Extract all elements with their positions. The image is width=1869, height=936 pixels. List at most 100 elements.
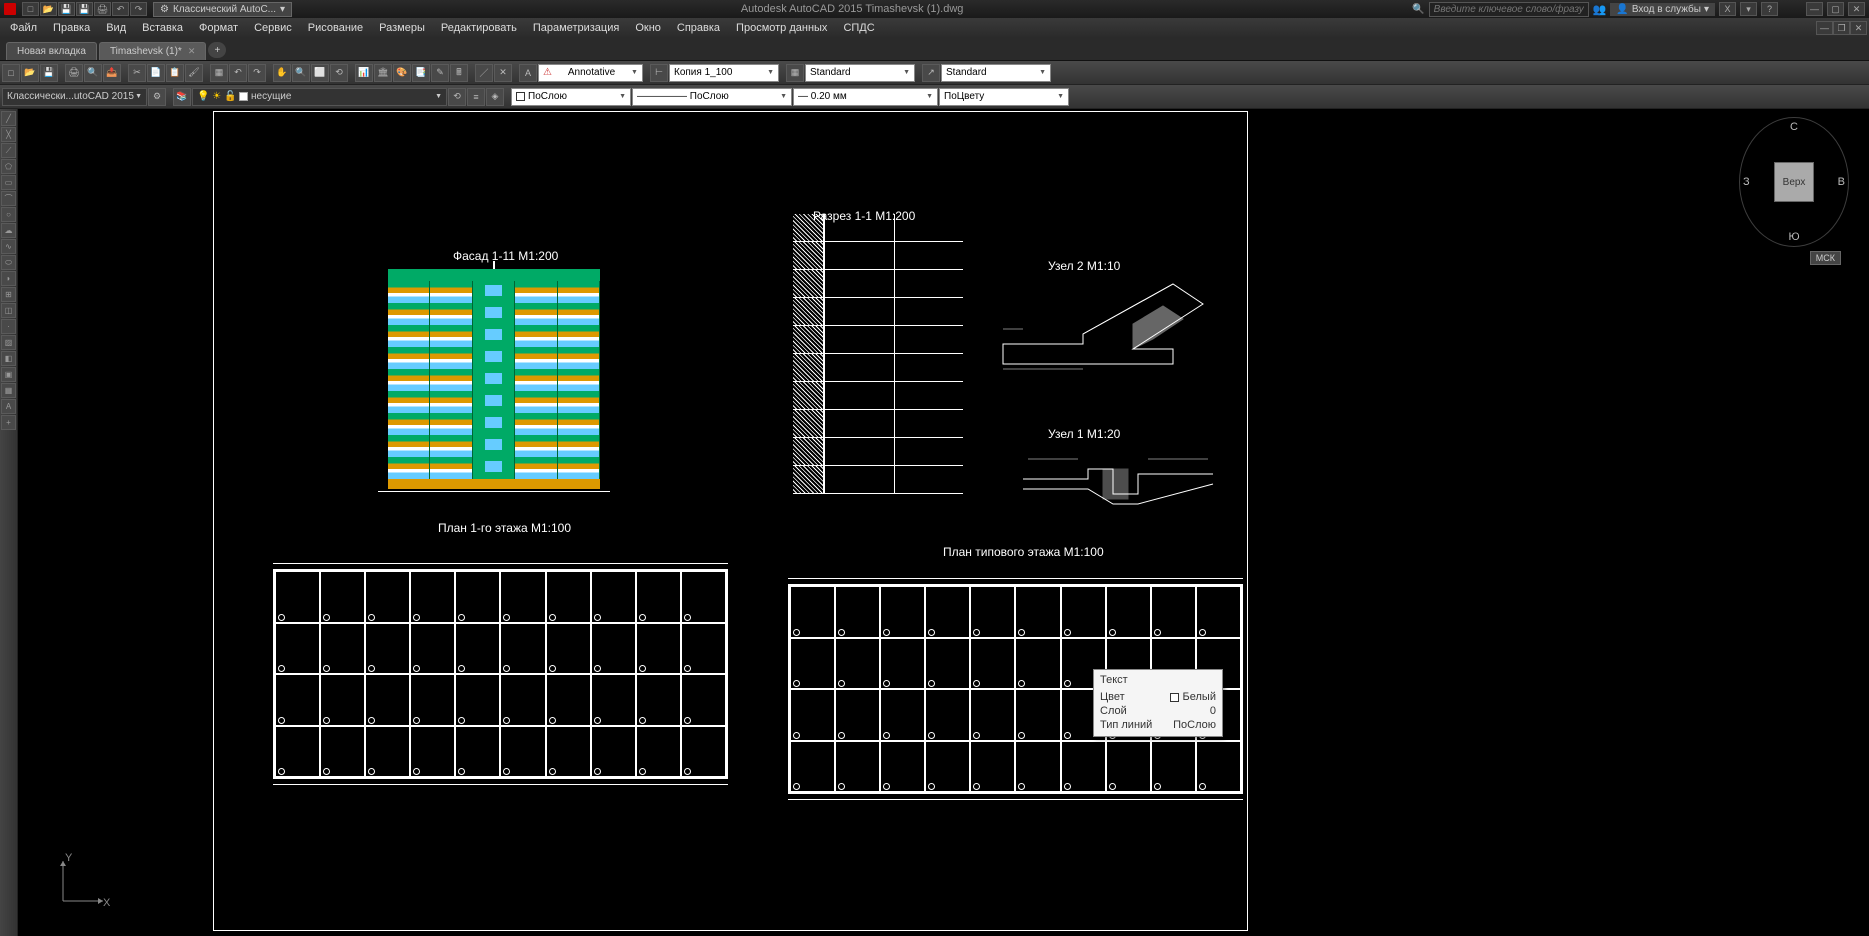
revcloud-tool-icon[interactable]: ☁ [1,223,16,238]
linetype-dropdown[interactable]: ————— ПоСлою▼ [632,88,792,106]
undo-icon[interactable]: ↶ [229,64,247,82]
qat-new-icon[interactable]: □ [22,2,39,16]
designcenter-icon[interactable]: 🏛 [374,64,392,82]
open-icon[interactable]: 📂 [21,64,39,82]
compass-east[interactable]: В [1838,176,1845,188]
menu-spds[interactable]: СПДС [835,20,882,36]
spline-tool-icon[interactable]: ∿ [1,239,16,254]
app-logo-icon[interactable] [4,3,16,15]
layerprev-icon[interactable]: ⟲ [448,88,466,106]
layeriso-icon[interactable]: ◈ [486,88,504,106]
annoscale-dropdown[interactable]: ⚠Annotative▼ [538,64,643,82]
dimscale-dropdown[interactable]: Копия 1_100▼ [669,64,779,82]
plot-icon[interactable]: 🖨 [65,64,83,82]
menu-insert[interactable]: Вставка [134,20,191,36]
dimstyle-icon[interactable]: ⊢ [650,64,668,82]
doc-close-button[interactable]: ✕ [1850,21,1867,35]
maximize-button[interactable]: ▢ [1827,2,1844,16]
menu-modify[interactable]: Редактировать [433,20,525,36]
blockeditor-icon[interactable]: ▦ [210,64,228,82]
layer-dropdown[interactable]: 💡 ☀ 🔓 несущие ▼ [192,88,447,106]
menu-draw[interactable]: Рисование [300,20,371,36]
pline-tool-icon[interactable]: ⟋ [1,143,16,158]
menu-parametric[interactable]: Параметризация [525,20,627,36]
line-tool-icon[interactable]: ╱ [1,111,16,126]
search-input[interactable] [1429,2,1589,17]
tablestyle-dropdown[interactable]: Standard▼ [805,64,915,82]
mleader-dropdown[interactable]: Standard▼ [941,64,1051,82]
new-icon[interactable]: □ [2,64,20,82]
viewcube[interactable]: Верх С Ю З В [1739,117,1849,247]
sheetset-icon[interactable]: 📑 [412,64,430,82]
block-tool-icon[interactable]: ◫ [1,303,16,318]
insert-tool-icon[interactable]: ⊞ [1,287,16,302]
qat-undo-icon[interactable]: ↶ [112,2,129,16]
circle-tool-icon[interactable]: ○ [1,207,16,222]
minimize-button[interactable]: — [1806,2,1823,16]
qat-save-icon[interactable]: 💾 [58,2,75,16]
doc-restore-button[interactable]: ❐ [1833,21,1850,35]
menu-window[interactable]: Окно [627,20,669,36]
compass-south[interactable]: Ю [1788,231,1799,243]
xline-tool-icon[interactable]: ╳ [1,127,16,142]
close-button[interactable]: ✕ [1848,2,1865,16]
matchprop-icon[interactable]: 🖌 [185,64,203,82]
workspace2-dropdown[interactable]: Классически...utoCAD 2015▼ [2,88,147,106]
exchange-icon[interactable]: X [1719,2,1736,16]
polygon-tool-icon[interactable]: ⬠ [1,159,16,174]
compass-west[interactable]: З [1743,176,1750,188]
table-tool-icon[interactable]: ▦ [1,383,16,398]
redo-icon[interactable]: ↷ [248,64,266,82]
menu-databrowse[interactable]: Просмотр данных [728,20,835,36]
gradient-tool-icon[interactable]: ◧ [1,351,16,366]
tablestyle-icon[interactable]: ▦ [786,64,804,82]
stayconnect-icon[interactable]: ▾ [1740,2,1757,16]
xline-icon[interactable]: ✕ [494,64,512,82]
menu-file[interactable]: Файл [2,20,45,36]
wssettings-icon[interactable]: ⚙ [148,88,166,106]
arc-tool-icon[interactable]: ⌒ [1,191,16,206]
tab-new[interactable]: Новая вкладка [6,42,97,60]
line-icon[interactable]: ／ [475,64,493,82]
viewcube-face[interactable]: Верх [1774,162,1814,202]
mleaderstyle-icon[interactable]: ↗ [922,64,940,82]
rect-tool-icon[interactable]: ▭ [1,175,16,190]
region-tool-icon[interactable]: ▣ [1,367,16,382]
save-icon[interactable]: 💾 [40,64,58,82]
toolpalette-icon[interactable]: 🎨 [393,64,411,82]
layermanager-icon[interactable]: 📚 [173,88,191,106]
qat-redo-icon[interactable]: ↷ [130,2,147,16]
plotstyle-dropdown[interactable]: ПоЦвету▼ [939,88,1069,106]
menu-tools[interactable]: Сервис [246,20,300,36]
zoom-prev-icon[interactable]: ⟲ [330,64,348,82]
zoom-win-icon[interactable]: ⬜ [311,64,329,82]
copy-icon[interactable]: 📄 [147,64,165,82]
addselected-tool-icon[interactable]: + [1,415,16,430]
textstyle-icon[interactable]: A [519,64,537,82]
zoom-rt-icon[interactable]: 🔍 [292,64,310,82]
cut-icon[interactable]: ✂ [128,64,146,82]
preview-icon[interactable]: 🔍 [84,64,102,82]
properties-icon[interactable]: 📊 [355,64,373,82]
qat-plot-icon[interactable]: 🖨 [94,2,111,16]
menu-help[interactable]: Справка [669,20,728,36]
point-tool-icon[interactable]: · [1,319,16,334]
ellipsearc-tool-icon[interactable]: ◗ [1,271,16,286]
ellipse-tool-icon[interactable]: ⬭ [1,255,16,270]
magnify-icon[interactable]: 🔍 [1412,4,1424,15]
doc-minimize-button[interactable]: — [1816,21,1833,35]
menu-edit[interactable]: Правка [45,20,98,36]
hatch-tool-icon[interactable]: ▨ [1,335,16,350]
compass-north[interactable]: С [1790,121,1798,133]
paste-icon[interactable]: 📋 [166,64,184,82]
lineweight-dropdown[interactable]: — 0.20 мм▼ [793,88,938,106]
add-tab-button[interactable]: + [208,42,226,58]
help-icon[interactable]: ? [1761,2,1778,16]
tab-document[interactable]: Timashevsk (1)* ✕ [99,42,206,60]
signin-button[interactable]: 👤 Вход в службы ▾ [1610,3,1715,16]
menu-format[interactable]: Формат [191,20,246,36]
wcs-label[interactable]: МСК [1810,251,1841,265]
color-dropdown[interactable]: ПоСлою▼ [511,88,631,106]
workspace-dropdown[interactable]: ⚙ Классический AutoC... ▾ [153,2,292,17]
layerstate-icon[interactable]: ≡ [467,88,485,106]
